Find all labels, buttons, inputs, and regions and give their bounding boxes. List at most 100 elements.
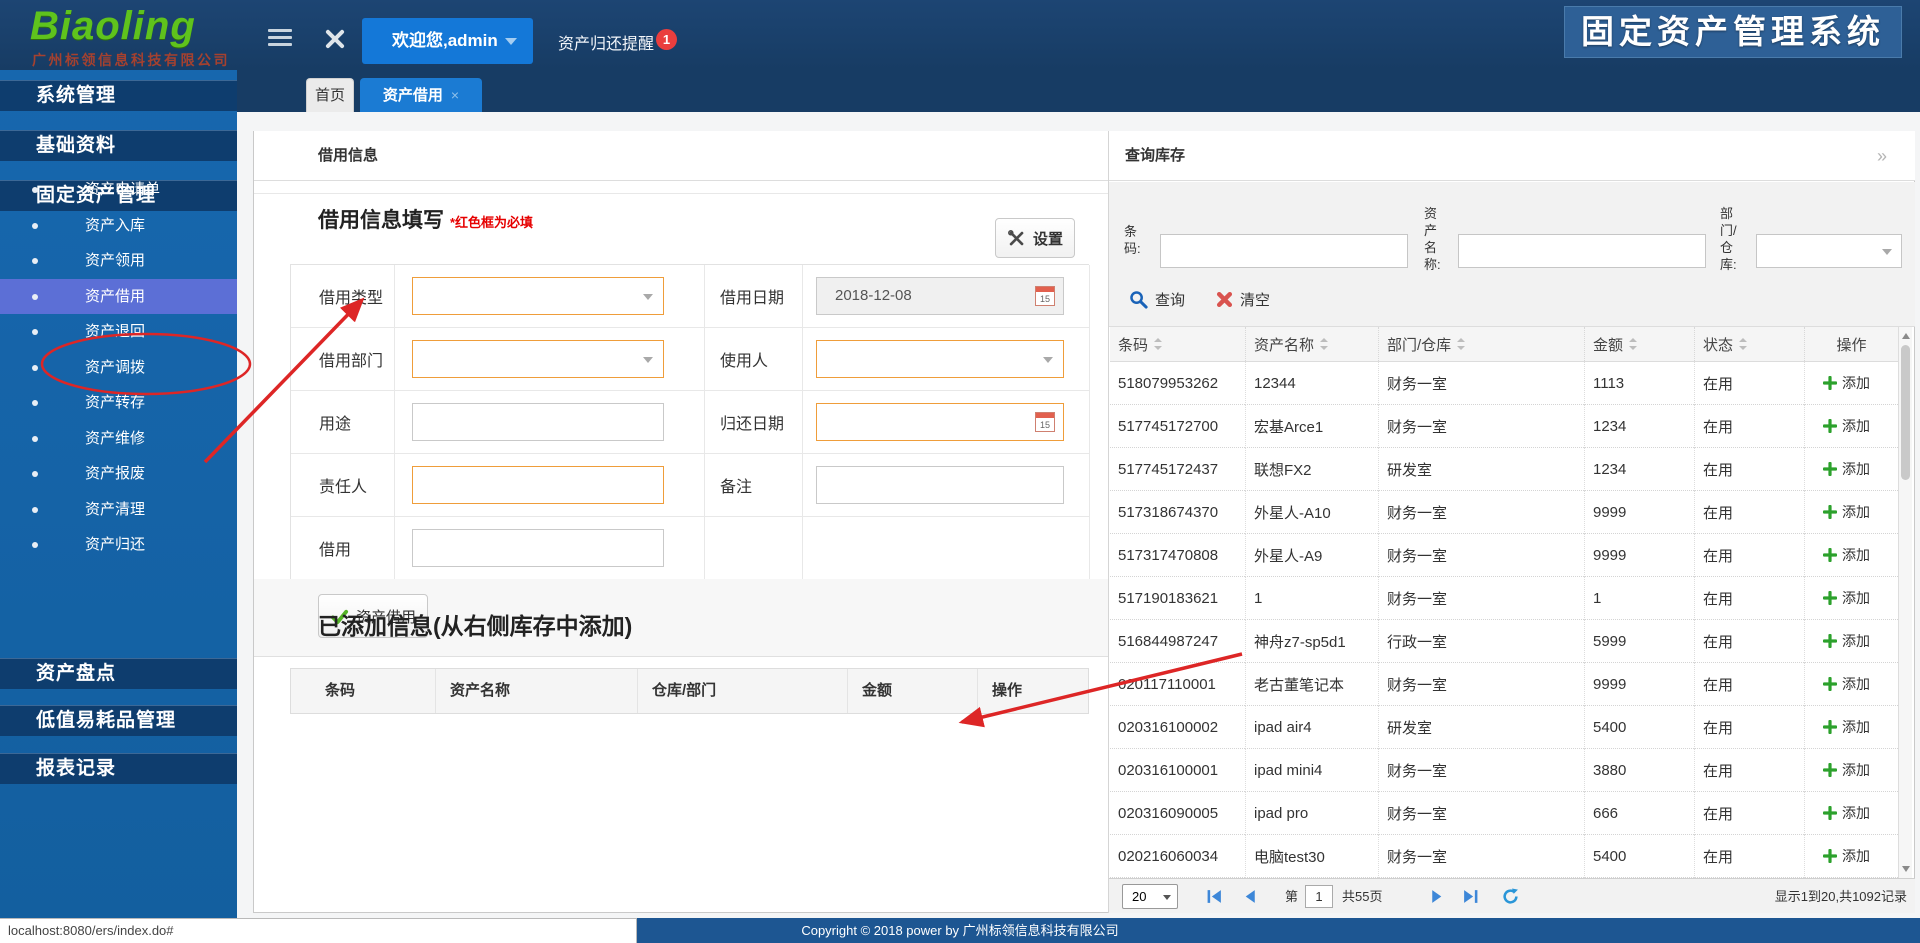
col-status[interactable]: 状态 [1694,327,1804,361]
clear-button[interactable]: 清空 [1216,284,1270,314]
sidebar-item-label: 资产维修 [85,430,145,447]
sidebar-item[interactable]: 资产入库 [0,208,237,244]
add-button[interactable]: 添加 [1804,835,1898,878]
cell-barcode: 517190183621 [1110,577,1245,620]
add-button[interactable]: 添加 [1804,534,1898,577]
col-asset-name[interactable]: 资产名称 [1245,327,1378,361]
page-input[interactable] [1305,885,1333,908]
sidebar-item[interactable]: 资产退回 [0,314,237,350]
inventory-table-row[interactable]: 020316100001 ipad mini4 财务一室 3880 在用 添加 [1110,749,1898,792]
sort-icon [1629,338,1637,350]
sort-icon [1154,338,1162,350]
dept-filter-label: 部门/仓库: [1720,205,1746,273]
scroll-thumb[interactable] [1901,345,1910,480]
sidebar-section-inventory-check[interactable]: 资产盘点 [0,658,237,689]
tab-asset-borrow[interactable]: 资产借用× [360,78,482,112]
responsible-input[interactable] [412,466,664,504]
sidebar-item[interactable]: 资产转存 [0,385,237,421]
close-icon[interactable] [322,26,348,52]
add-button[interactable]: 添加 [1804,577,1898,620]
inventory-table-row[interactable]: 518079953262 12344 财务一室 1113 在用 添加 [1110,362,1898,405]
calendar-icon[interactable]: 15 [1035,286,1055,306]
sidebar-section-consumables[interactable]: 低值易耗品管理 [0,705,237,736]
calendar-icon[interactable]: 15 [1035,412,1055,432]
add-button[interactable]: 添加 [1804,491,1898,534]
inventory-table-row[interactable]: 020117110001 老古董笔记本 财务一室 9999 在用 添加 [1110,663,1898,706]
sidebar-section-reports[interactable]: 报表记录 [0,753,237,784]
inventory-table-row[interactable]: 020316090005 ipad pro 财务一室 666 在用 添加 [1110,792,1898,835]
sidebar-item[interactable]: 资产维修 [0,421,237,457]
required-note: *红色框为必填 [450,212,533,231]
sidebar-item-label: 资产退回 [85,323,145,340]
borrow-dept-select[interactable] [412,340,664,378]
sidebar-item[interactable]: 资产借用 [0,279,237,315]
col-amount[interactable]: 金额 [1584,327,1694,361]
sidebar-section-basic-data[interactable]: 基础资料 [0,130,237,161]
cell-status: 在用 [1694,362,1804,405]
welcome-user-button[interactable]: 欢迎您,admin [362,18,533,64]
cell-amount: 9999 [1584,534,1694,577]
inventory-table-row[interactable]: 517745172700 宏基Arce1 财务一室 1234 在用 添加 [1110,405,1898,448]
scroll-down-icon[interactable] [1902,866,1910,872]
asset-name-filter-input[interactable] [1458,234,1706,268]
add-button[interactable]: 添加 [1804,792,1898,835]
dept-filter-select[interactable] [1756,234,1902,268]
add-button[interactable]: 添加 [1804,663,1898,706]
settings-button[interactable]: 设置 [995,218,1075,258]
app-window: Biaoling 广州标领信息科技有限公司 欢迎您,admin 资产归还提醒 1… [0,0,1920,943]
add-button[interactable]: 添加 [1804,362,1898,405]
inventory-table-row[interactable]: 020316100002 ipad air4 研发室 5400 在用 添加 [1110,706,1898,749]
sidebar-section-system[interactable]: 系统管理 [0,80,237,111]
sidebar-item[interactable]: 资产申请单 [0,172,237,208]
sort-icon [1739,338,1747,350]
refresh-icon[interactable] [1502,888,1519,905]
remark-input[interactable] [816,466,1064,504]
sidebar-item-label: 资产领用 [85,252,145,269]
first-page-icon[interactable] [1206,888,1223,905]
add-button[interactable]: 添加 [1804,448,1898,491]
menu-toggle-icon[interactable] [268,29,292,47]
add-button[interactable]: 添加 [1804,405,1898,448]
table-scrollbar[interactable] [1898,327,1912,878]
page-size-select[interactable]: 20 [1122,884,1178,909]
sidebar-item[interactable]: 资产归还 [0,527,237,563]
prev-page-icon[interactable] [1242,888,1259,905]
sidebar-item-label: 资产归还 [85,536,145,553]
add-button[interactable]: 添加 [1804,706,1898,749]
cell-asset-name: ipad mini4 [1245,749,1378,792]
last-page-icon[interactable] [1462,888,1479,905]
col-barcode[interactable]: 条码 [1110,327,1245,361]
cell-department: 研发室 [1378,706,1584,749]
col-dept-warehouse[interactable]: 部门/仓库 [1378,327,1584,361]
collapse-icon[interactable]: » [1877,131,1887,181]
inventory-table-row[interactable]: 517317470808 外星人-A9 财务一室 9999 在用 添加 [1110,534,1898,577]
inventory-table-row[interactable]: 517318674370 外星人-A10 财务一室 9999 在用 添加 [1110,491,1898,534]
added-table-header: 条码 资产名称 仓库/部门 金额 操作 [290,668,1089,714]
add-button[interactable]: 添加 [1804,620,1898,663]
inventory-table-row[interactable]: 516844987247 神舟z7-sp5d1 行政一室 5999 在用 添加 [1110,620,1898,663]
inventory-table-row[interactable]: 517190183621 1 财务一室 1 在用 添加 [1110,577,1898,620]
sidebar-item[interactable]: 资产调拨 [0,350,237,386]
tab-home[interactable]: 首页 [306,78,354,112]
add-button[interactable]: 添加 [1804,749,1898,792]
sidebar-item[interactable]: 资产报废 [0,456,237,492]
next-page-icon[interactable] [1428,888,1445,905]
borrow-date-field: 2018-12-0815 [816,277,1064,315]
borrow-type-select[interactable] [412,277,664,315]
return-date-input[interactable]: 15 [816,403,1064,441]
user-label: 使用人 [705,328,803,391]
borrow-input[interactable] [412,529,664,567]
inventory-table-row[interactable]: 517745172437 联想FX2 研发室 1234 在用 添加 [1110,448,1898,491]
cell-amount: 1234 [1584,405,1694,448]
purpose-input[interactable] [412,403,664,441]
return-reminder-link[interactable]: 资产归还提醒 [558,30,654,54]
user-select[interactable] [816,340,1064,378]
col-action: 操作 [1804,327,1898,361]
sidebar-item[interactable]: 资产清理 [0,492,237,528]
scroll-up-icon[interactable] [1902,333,1910,339]
inventory-table-row[interactable]: 020216060034 电脑test30 财务一室 5400 在用 添加 [1110,835,1898,878]
tab-close-icon[interactable]: × [451,87,459,103]
search-button[interactable]: 查询 [1129,284,1185,314]
sidebar-item[interactable]: 资产领用 [0,243,237,279]
barcode-filter-input[interactable] [1160,234,1408,268]
